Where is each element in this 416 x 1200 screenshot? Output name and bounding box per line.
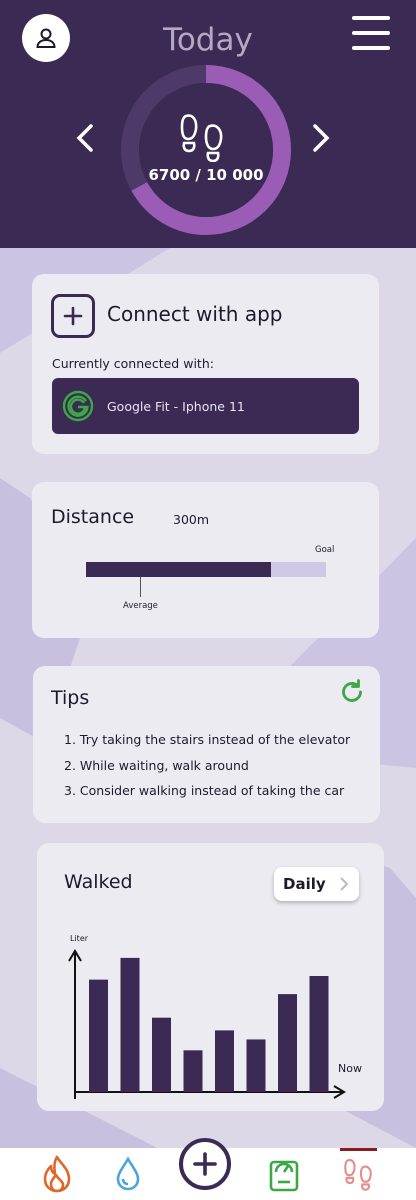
bar-4 [215, 1030, 234, 1092]
water-drop-icon [116, 1156, 140, 1191]
hamburger-menu-icon[interactable] [352, 16, 390, 50]
plus-icon [63, 306, 83, 326]
y-axis-label: Liter [70, 934, 89, 943]
connected-with-label: Currently connected with: [52, 356, 214, 371]
nav-weight[interactable] [264, 1148, 304, 1200]
chevron-left-icon [76, 124, 93, 152]
nav-calories[interactable] [36, 1148, 78, 1200]
average-label: Average [123, 601, 158, 611]
walked-bar-chart: Liter Now [68, 934, 362, 1099]
nav-steps[interactable] [340, 1148, 377, 1200]
add-icon [193, 1152, 217, 1176]
x-axis [75, 1085, 346, 1099]
refresh-icon[interactable] [338, 678, 366, 706]
distance-card: Distance 300m Goal Average [32, 482, 379, 638]
tip-item: 3. Consider walking instead of taking th… [64, 783, 345, 798]
google-fit-icon [62, 390, 94, 422]
bars-group [89, 957, 329, 1092]
distance-progress-bar [86, 562, 326, 577]
tip-item: 1. Try taking the stairs instead of the … [64, 732, 351, 747]
tips-title: Tips [51, 687, 90, 709]
average-marker [140, 577, 141, 597]
distance-progress-fill [86, 562, 271, 577]
tips-card: Tips 1. Try taking the stairs instead of… [33, 666, 380, 823]
connect-app-button[interactable] [51, 294, 95, 338]
tips-list: 1. Try taking the stairs instead of the … [64, 732, 350, 809]
x-axis-label: Now [338, 1062, 362, 1075]
bar-0 [89, 979, 108, 1092]
bar-7 [309, 976, 329, 1092]
connect-app-title: Connect with app [107, 302, 283, 326]
footprints-icon [180, 114, 223, 162]
tip-item: 2. While waiting, walk around [64, 757, 249, 773]
next-day-button[interactable] [306, 120, 336, 156]
y-axis [68, 949, 82, 1099]
walked-card: Walked Daily Liter Now [37, 843, 384, 1111]
flame-icon [43, 1155, 71, 1193]
chevron-right-icon [313, 124, 330, 152]
steps-count: 6700 / 10 000 [148, 166, 264, 184]
add-entry-button[interactable] [179, 1138, 231, 1190]
previous-day-button[interactable] [70, 120, 100, 156]
distance-title: Distance [51, 506, 135, 528]
header: Today 6700 / 10 000 [0, 0, 416, 248]
scale-icon [269, 1160, 299, 1192]
bar-5 [246, 1039, 266, 1092]
bar-3 [183, 1050, 203, 1092]
goal-label: Goal [315, 545, 335, 555]
connected-app-name: Google Fit - Iphone 11 [107, 399, 245, 414]
footprints-icon [343, 1159, 372, 1191]
connect-app-card: Connect with app Currently connected wit… [32, 274, 379, 454]
bar-2 [152, 1017, 171, 1092]
bar-1 [120, 957, 140, 1092]
connected-app-item[interactable]: Google Fit - Iphone 11 [52, 378, 359, 434]
distance-value: 300m [173, 512, 210, 527]
nav-water[interactable] [108, 1148, 148, 1200]
bar-6 [278, 994, 297, 1092]
